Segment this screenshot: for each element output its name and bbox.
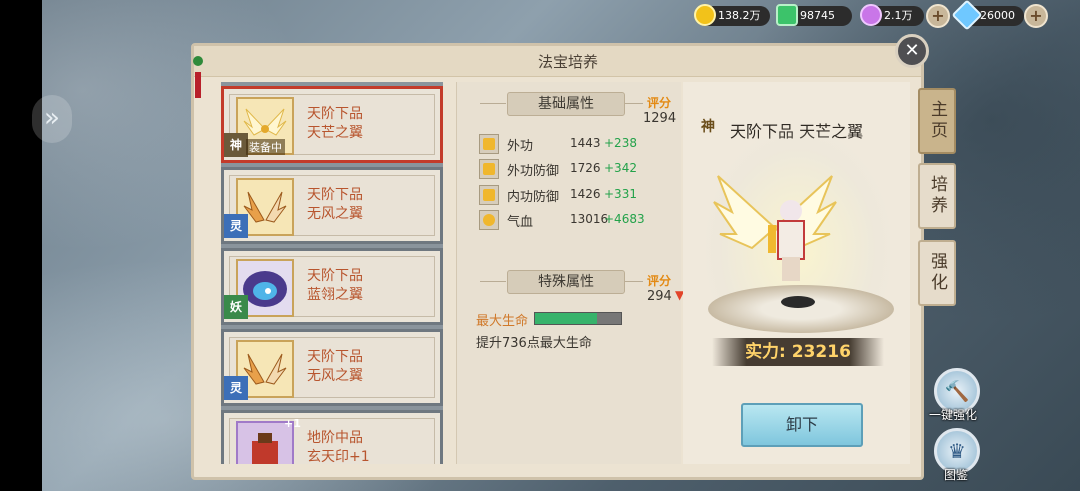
base-score: 1294 — [643, 111, 677, 126]
item-grade: 地阶中品 — [307, 430, 363, 446]
hammer-icon: 🔨 — [944, 379, 970, 403]
diamond-currency: 26000 — [951, 0, 1024, 31]
stat-row: 气血 13016 +4683 — [479, 209, 679, 231]
jade-bead-icon — [193, 56, 203, 66]
sword-icon — [479, 134, 499, 154]
heart-icon — [479, 210, 499, 230]
list-item[interactable]: 灵 天阶下品 无风之翼 — [221, 167, 443, 244]
stat-row: 外功防御 1726 +342 — [479, 158, 679, 180]
progress-fill — [535, 313, 597, 324]
add-spirit-button[interactable]: + — [926, 4, 950, 28]
base-attr-header: 基础属性 — [507, 92, 625, 116]
special-attr-desc: 提升736点最大生命 — [476, 336, 592, 351]
purple-orb-icon — [860, 4, 882, 26]
item-grade: 天阶下品 — [307, 268, 363, 284]
stat-row: 内功防御 1426 +331 — [479, 184, 679, 206]
shield-icon — [479, 185, 499, 205]
unequip-button[interactable]: 卸下 — [741, 403, 863, 447]
tab-home[interactable]: 主页 — [918, 88, 956, 154]
rarity-badge: 灵 — [224, 376, 248, 400]
list-item[interactable]: 神 装备中 天阶下品 天芒之翼 — [221, 86, 443, 163]
gold-currency: 138.2万 — [694, 4, 770, 26]
stat-row: 外功 1443 +238 — [479, 133, 679, 155]
spirit-currency: 2.1万 — [860, 4, 924, 26]
item-name: 天芒之翼 — [307, 125, 363, 141]
character-sprite — [768, 200, 805, 281]
atlas-label: 图鉴 — [944, 468, 969, 482]
left-edge — [0, 0, 42, 491]
item-name: 无风之翼 — [307, 206, 363, 222]
crown-book-icon: ♛ — [948, 439, 966, 463]
close-button[interactable]: ✕ — [895, 34, 929, 68]
panel-title: 法宝培养 — [537, 53, 598, 71]
tab-enhance[interactable]: 强化 — [918, 240, 956, 306]
special-attr-name: 最大生命 — [476, 314, 529, 329]
green-gem-icon — [776, 4, 798, 26]
rarity-badge: 妖 — [224, 295, 248, 319]
rarity-badge: 灵 — [224, 214, 248, 238]
special-score: 294 — [647, 289, 672, 304]
pedestal — [708, 285, 894, 333]
scroll-ornament — [193, 42, 205, 102]
enhance-level: +1 — [284, 417, 301, 430]
item-grade: 天阶下品 — [307, 349, 363, 365]
item-name: 蓝翎之翼 — [307, 287, 363, 303]
equipped-tag: 装备中 — [246, 139, 285, 155]
treasure-list[interactable]: 神 装备中 天阶下品 天芒之翼 灵 天阶下品 无风之翼 妖 天阶下品 蓝翎之翼 … — [221, 82, 443, 464]
divine-badge-icon: 神 — [701, 119, 715, 135]
rarity-badge: 神 — [224, 133, 248, 157]
special-attr-header: 特殊属性 — [507, 270, 625, 294]
score-label: 评分 — [647, 274, 672, 288]
jade-currency: 98745 — [776, 4, 852, 26]
one-click-upgrade-label: 一键强化 — [929, 408, 978, 422]
special-progress-bar — [534, 312, 622, 325]
list-item[interactable]: 妖 天阶下品 蓝翎之翼 — [221, 248, 443, 325]
list-item[interactable]: 灵 天阶下品 无风之翼 — [221, 329, 443, 406]
add-diamond-button[interactable]: + — [1024, 4, 1048, 28]
item-name: 玄天印+1 — [307, 449, 370, 464]
left-arrow-icon[interactable]: » — [32, 95, 72, 143]
score-label: 评分 — [647, 96, 672, 110]
item-grade: 天阶下品 — [307, 187, 363, 203]
item-grade: 天阶下品 — [307, 106, 363, 122]
tab-cultivate[interactable]: 培养 — [918, 163, 956, 229]
power-rating: 实力: 23216 — [712, 338, 884, 366]
red-tassel-icon — [195, 72, 201, 98]
item-name: 无风之翼 — [307, 368, 363, 384]
gold-coin-icon — [694, 4, 716, 26]
list-item[interactable]: +1 地阶中品 玄天印+1 — [221, 410, 443, 464]
armor-icon — [479, 159, 499, 179]
